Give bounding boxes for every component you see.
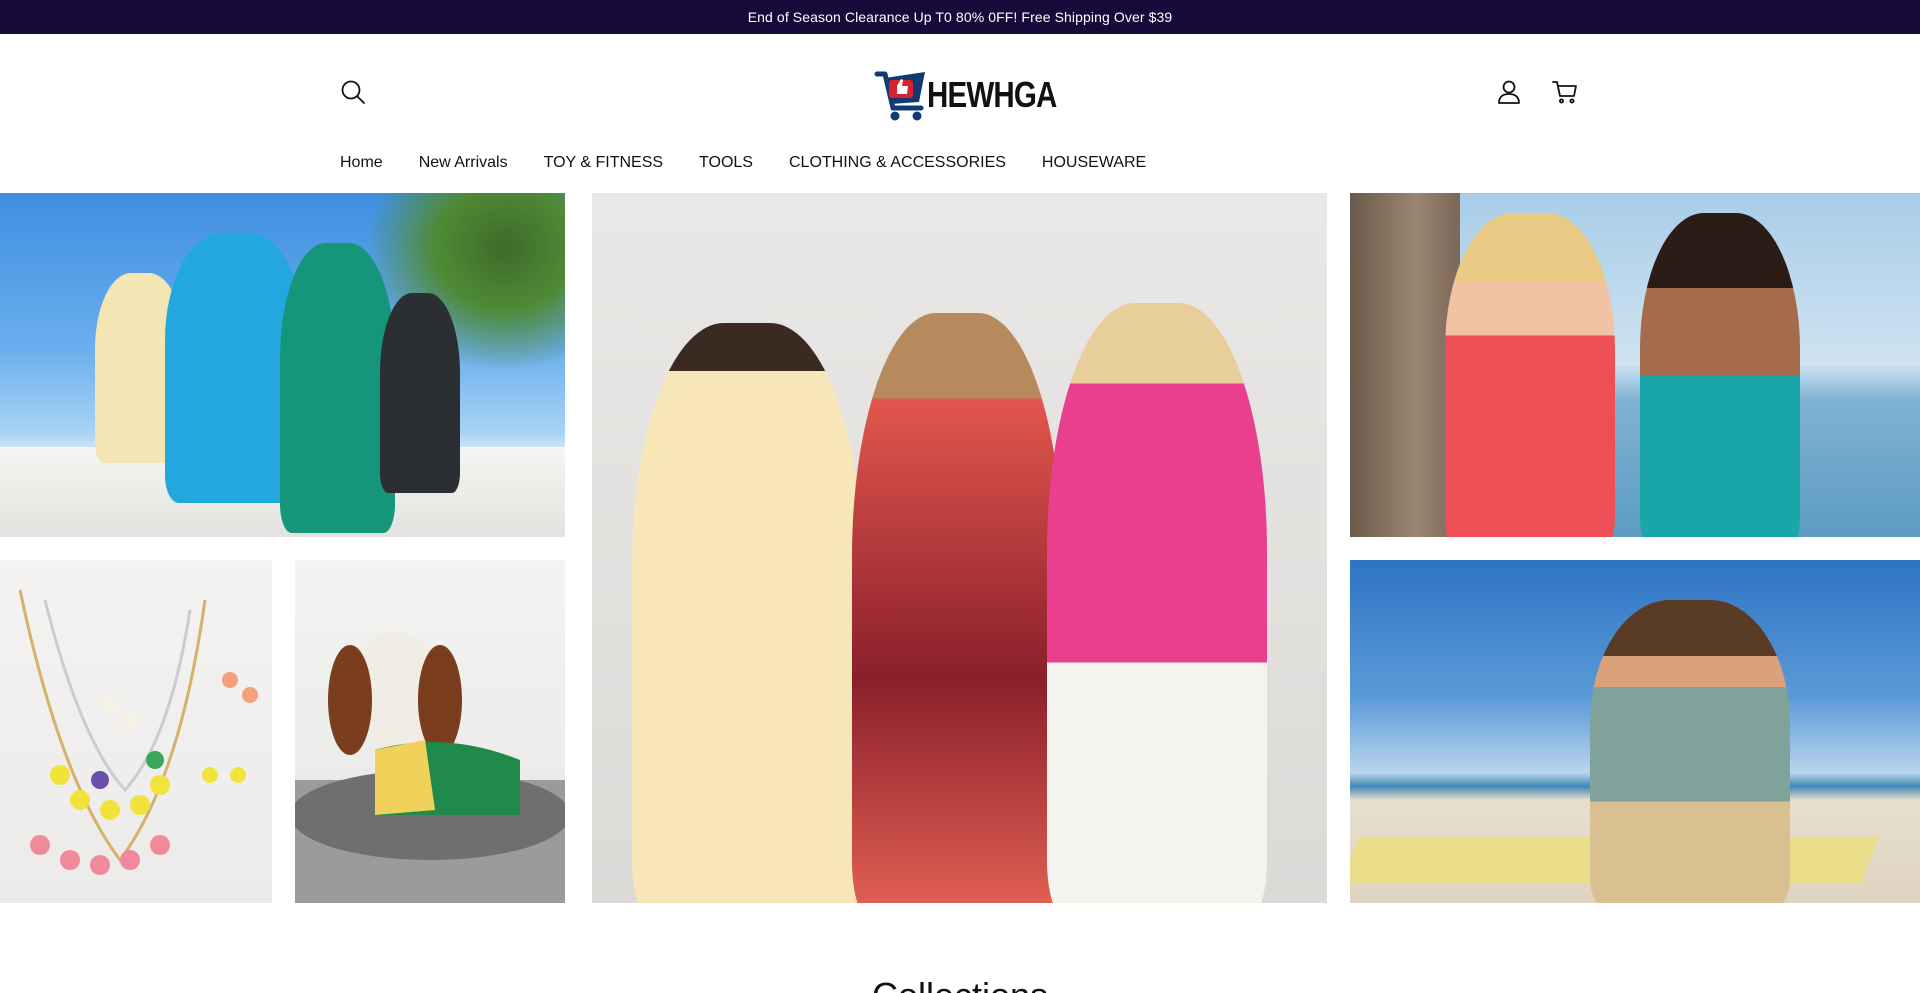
user-icon xyxy=(1498,80,1520,104)
hero-tile-beach-menswear[interactable] xyxy=(1350,560,1920,903)
figure-left-woman xyxy=(632,323,862,903)
figure-center-woman xyxy=(852,313,1062,903)
cart-icon xyxy=(1552,81,1577,104)
cart-thumbs-up-logo-icon xyxy=(874,71,925,121)
figure-swim-left xyxy=(1445,213,1615,537)
nav-item-new-arrivals[interactable]: New Arrivals xyxy=(419,154,508,172)
nav-item-houseware[interactable]: HOUSEWARE xyxy=(1042,154,1146,172)
hero-collage xyxy=(0,193,1920,903)
search-button[interactable] xyxy=(335,74,371,110)
collections-heading: Collections xyxy=(0,975,1920,993)
figure-swim-right xyxy=(1640,213,1800,537)
account-button[interactable] xyxy=(1491,74,1527,110)
hero-tile-dog[interactable] xyxy=(295,560,565,903)
hero-tile-swimwear[interactable] xyxy=(1350,193,1920,537)
figure-woman xyxy=(280,243,395,533)
announcement-bar: End of Season Clearance Up T0 80% 0FF! F… xyxy=(0,0,1920,34)
announcement-text: End of Season Clearance Up T0 80% 0FF! F… xyxy=(747,9,1173,25)
palm-trunk-shape xyxy=(1350,193,1460,537)
cart-button[interactable] xyxy=(1547,74,1583,110)
site-header: HEWHGA Home New Arrivals TOY & FITNESS T… xyxy=(0,34,1920,193)
logo-text: HEWHGA xyxy=(927,74,1057,115)
search-icon xyxy=(341,80,365,104)
jewelry-illustration xyxy=(18,589,258,875)
hero-tile-jewelry[interactable] xyxy=(0,560,272,903)
figure-beach-man xyxy=(1590,600,1790,903)
figure-boy xyxy=(380,293,460,493)
figure-right-woman xyxy=(1047,303,1267,903)
dog-illustration xyxy=(295,632,565,903)
nav-item-toy-fitness[interactable]: TOY & FITNESS xyxy=(544,154,663,172)
main-nav: Home New Arrivals TOY & FITNESS TOOLS CL… xyxy=(340,154,1182,172)
site-logo[interactable]: HEWHGA xyxy=(873,61,1057,129)
nav-item-clothing-accessories[interactable]: CLOTHING & ACCESSORIES xyxy=(789,154,1006,172)
nav-item-tools[interactable]: TOOLS xyxy=(699,154,753,172)
hero-tile-women-fashion[interactable] xyxy=(592,193,1327,903)
nav-item-home[interactable]: Home xyxy=(340,154,383,172)
hero-tile-family[interactable] xyxy=(0,193,565,537)
